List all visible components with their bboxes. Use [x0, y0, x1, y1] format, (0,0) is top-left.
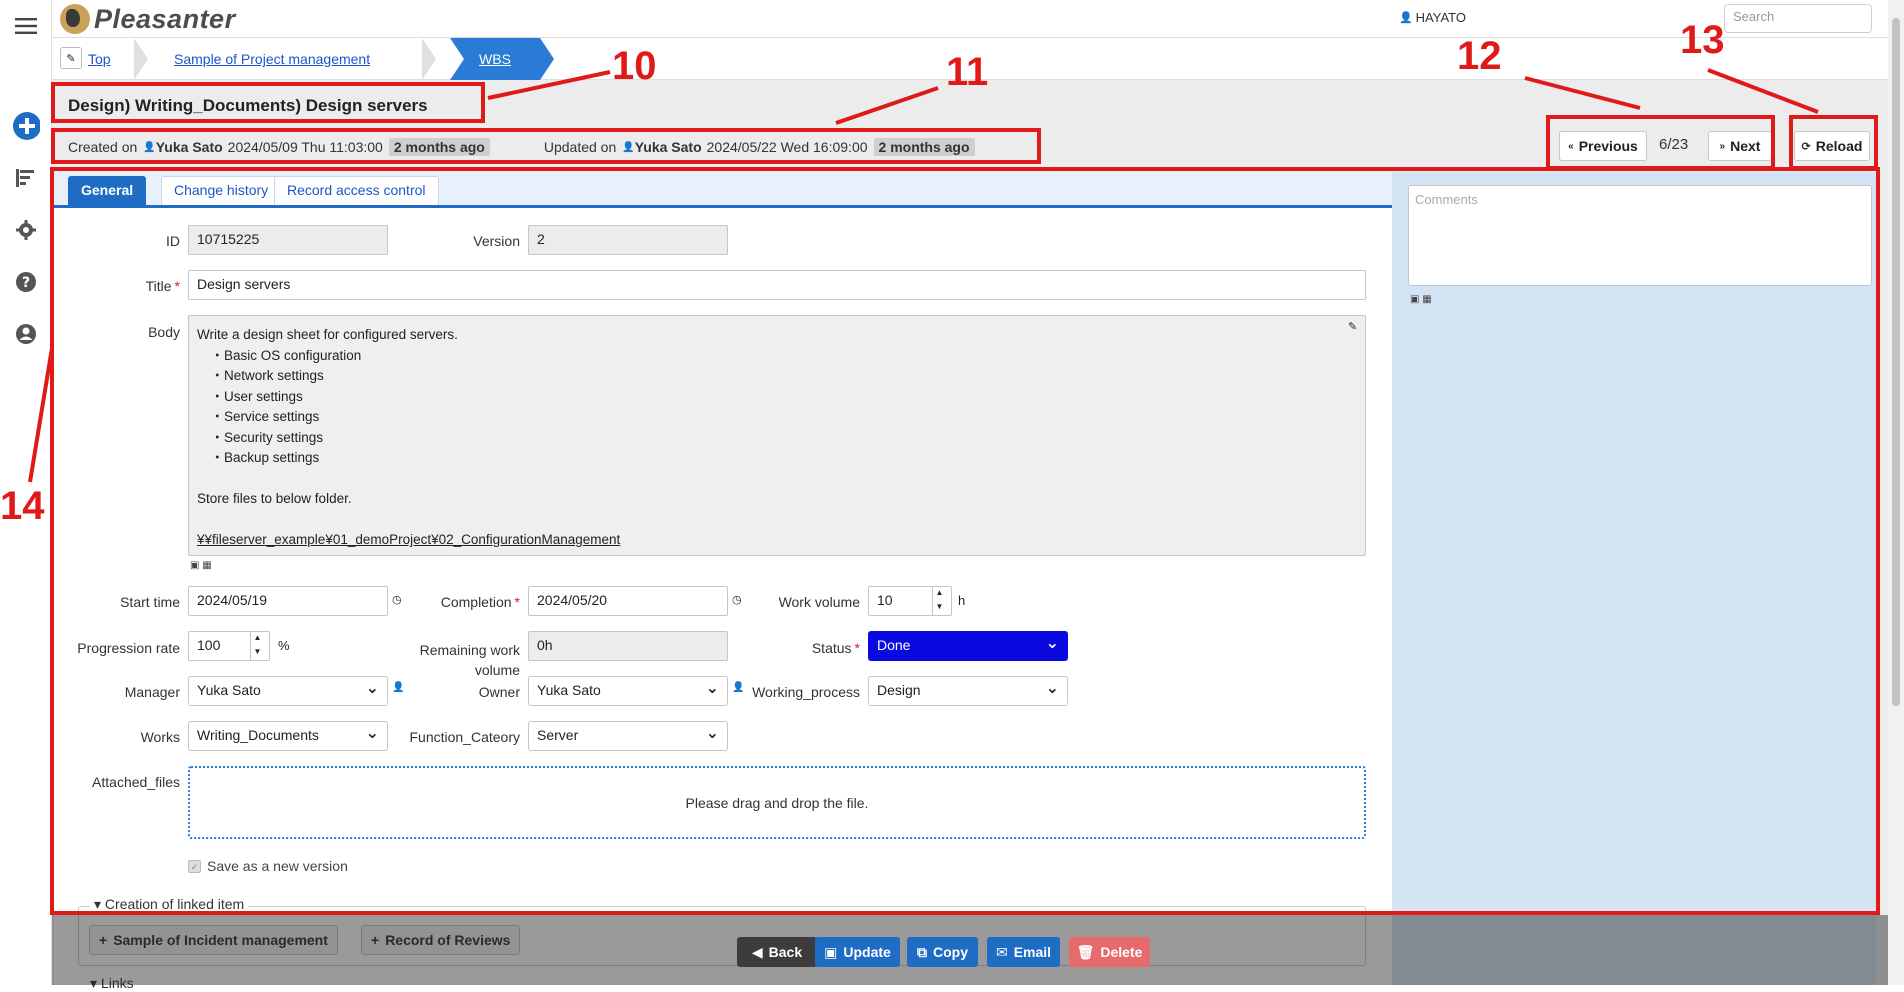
email-button[interactable]: ✉ Email [987, 937, 1060, 967]
header: Pleasanter 👤 HAYATO [52, 0, 1904, 38]
user-name: HAYATO [1415, 10, 1466, 25]
save-icon: ▣ [824, 943, 838, 960]
back-label: Back [768, 944, 803, 960]
delete-button[interactable]: 🗑 Delete [1069, 937, 1150, 967]
breadcrumb-project[interactable]: Sample of Project management [174, 38, 370, 80]
annotation-box-11 [51, 128, 1041, 164]
annotation-number-13: 13 [1680, 18, 1725, 62]
trash-icon: 🗑 [1076, 943, 1095, 960]
gear-icon[interactable] [12, 216, 40, 244]
mail-icon: ✉ [995, 943, 1008, 960]
scrollbar[interactable] [1888, 0, 1904, 985]
annotation-number-11: 11 [946, 50, 989, 94]
menu-icon[interactable] [12, 12, 40, 40]
gantt-icon[interactable] [12, 164, 40, 192]
annotation-box-12 [1546, 115, 1775, 170]
breadcrumb-wbs[interactable]: WBS [450, 38, 554, 80]
add-icon[interactable] [12, 112, 40, 140]
delete-label: Delete [1100, 944, 1143, 960]
annotation-number-10: 10 [612, 44, 657, 88]
logo-text: Pleasanter [94, 3, 236, 34]
search-input[interactable]: Search [1724, 4, 1872, 33]
annotation-number-14: 14 [0, 484, 45, 528]
annotation-box-10 [51, 82, 485, 123]
copy-button[interactable]: ⧉ Copy [907, 937, 978, 967]
breadcrumb-top[interactable]: Top [88, 38, 111, 80]
breadcrumb-separator [422, 38, 436, 80]
annotation-box-14 [50, 167, 1880, 915]
scrollbar-thumb[interactable] [1892, 18, 1900, 706]
person-icon: 👤 [1398, 12, 1413, 24]
user-icon[interactable] [12, 320, 40, 348]
annotation-box-13 [1789, 115, 1878, 170]
logo-mark-icon [60, 4, 90, 34]
logo[interactable]: Pleasanter [60, 2, 236, 36]
copy-icon: ⧉ [917, 943, 927, 960]
svg-text:?: ? [22, 275, 30, 291]
update-label: Update [843, 944, 891, 960]
back-button[interactable]: ◀ Back [737, 937, 817, 967]
copy-label: Copy [933, 944, 968, 960]
annotation-number-12: 12 [1457, 34, 1502, 78]
email-label: Email [1013, 944, 1052, 960]
back-icon: ◀ [751, 943, 763, 960]
help-icon[interactable]: ? [12, 268, 40, 296]
update-button[interactable]: ▣ Update [815, 937, 900, 967]
edit-icon[interactable]: ✎ [60, 47, 82, 69]
user-menu[interactable]: 👤 HAYATO [1399, 10, 1466, 25]
breadcrumb-separator [134, 38, 148, 80]
